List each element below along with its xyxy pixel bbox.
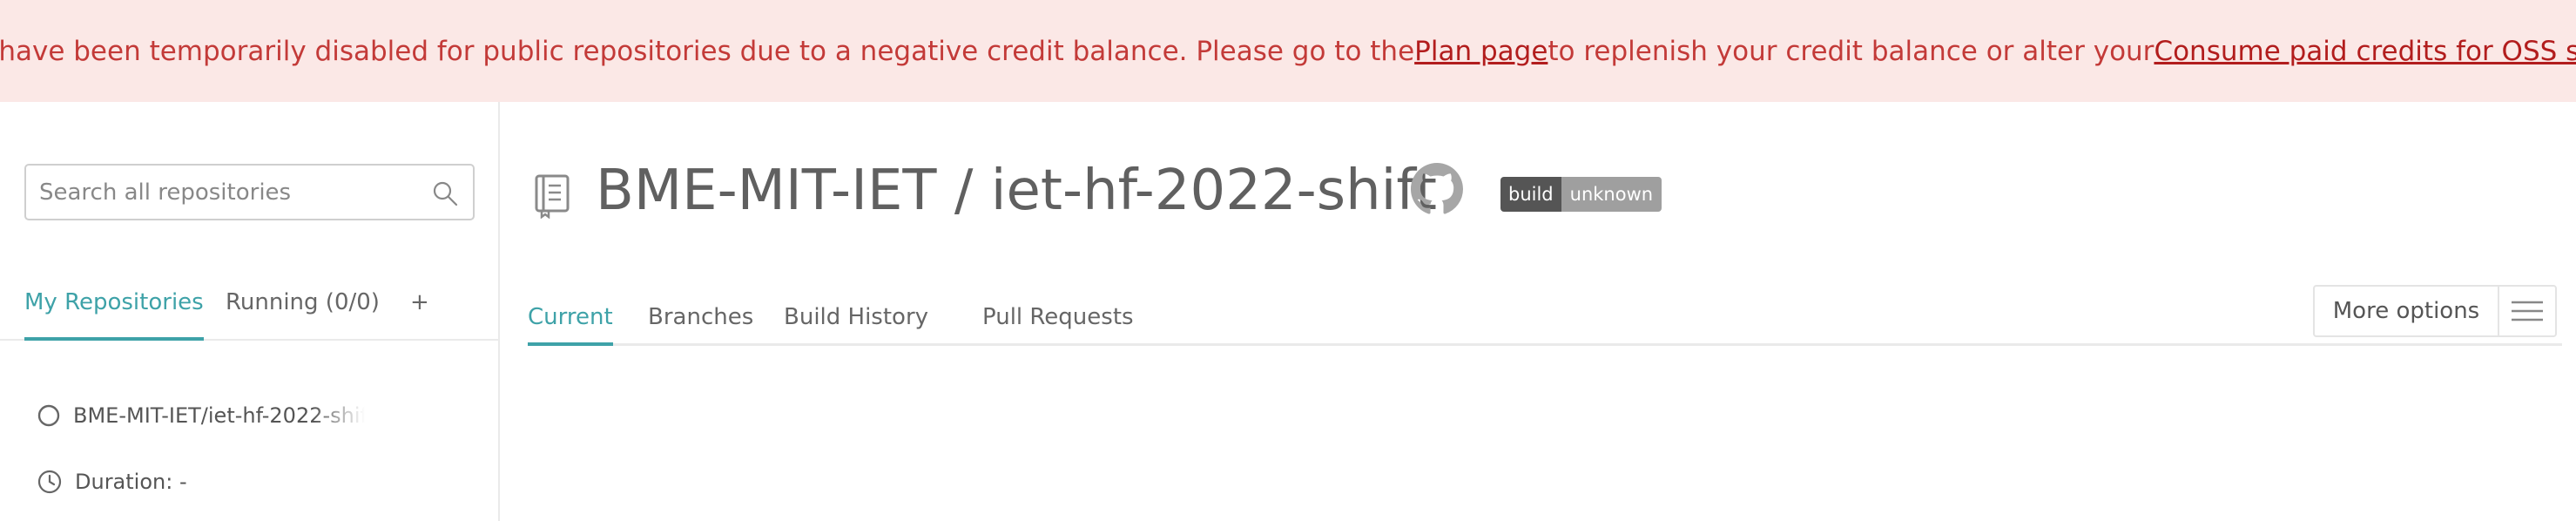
build-status-badge[interactable]: build unknown [1500, 177, 1662, 212]
repo-tabs: Current Branches Build History Pull Requ… [528, 299, 2562, 346]
more-options-button[interactable]: More options [2313, 285, 2557, 337]
search-icon[interactable] [431, 179, 459, 207]
banner-text-middle: to replenish your credit balance or alte… [1548, 35, 2155, 67]
github-icon[interactable] [1411, 163, 1463, 215]
plan-page-link[interactable]: Plan page [1414, 36, 1548, 67]
repo-duration: Duration: - [37, 464, 187, 499]
sidebar-tabs: My Repositories Running (0/0) + [0, 285, 498, 341]
repo-list-item[interactable]: BME-MIT-IET/iet-hf-2022-shift [37, 398, 365, 433]
search-box [24, 164, 475, 220]
badge-label: build [1500, 177, 1561, 212]
circle-status-icon [37, 404, 60, 427]
tab-my-repositories[interactable]: My Repositories [24, 285, 204, 341]
repo-item-name: BME-MIT-IET/iet-hf-2022-shift [73, 403, 365, 428]
page-title: BME-MIT-IET / iet-hf-2022-shift [596, 159, 1437, 223]
clock-icon [37, 470, 62, 494]
repo-book-icon [535, 174, 570, 219]
hamburger-menu-icon[interactable] [2499, 287, 2555, 335]
badge-status: unknown [1561, 177, 1662, 212]
tab-build-history[interactable]: Build History [784, 299, 928, 346]
duration-label: Duration: - [75, 470, 187, 494]
search-input[interactable] [26, 166, 473, 219]
tab-pull-requests[interactable]: Pull Requests [982, 299, 1134, 346]
add-repository-button[interactable]: + [410, 285, 429, 341]
credit-warning-banner: Builds have been temporarily disabled fo… [0, 0, 2576, 102]
sidebar: My Repositories Running (0/0) + BME-MIT-… [0, 102, 500, 521]
tab-current[interactable]: Current [528, 299, 613, 346]
oss-setting-link[interactable]: Consume paid credits for OSS setting [2154, 36, 2576, 67]
tab-branches[interactable]: Branches [648, 299, 753, 346]
more-options-label: More options [2315, 287, 2499, 335]
banner-text-before: Builds have been temporarily disabled fo… [0, 35, 1415, 67]
tab-running[interactable]: Running (0/0) [226, 285, 380, 341]
main-content: BME-MIT-IET / iet-hf-2022-shift build un… [502, 102, 2576, 521]
